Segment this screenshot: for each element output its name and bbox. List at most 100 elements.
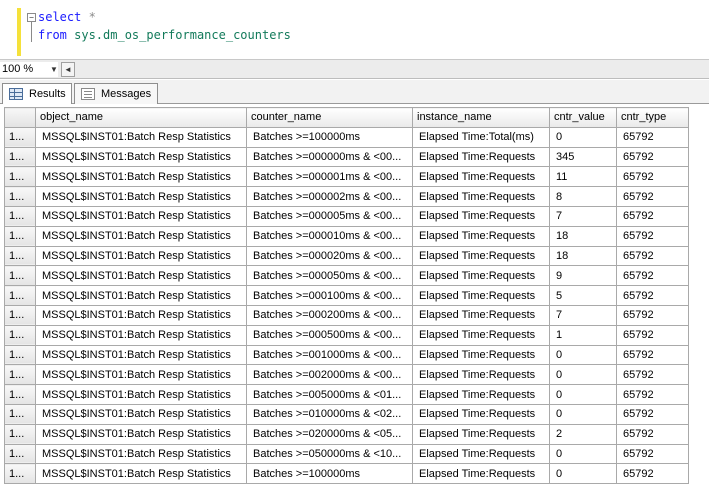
tab-results[interactable]: Results (2, 83, 72, 105)
scroll-left-button[interactable]: ◄ (61, 62, 75, 77)
cell-cntr-type[interactable]: 65792 (616, 265, 689, 287)
cell-cntr-value[interactable]: 9 (549, 265, 617, 287)
cell-counter-name[interactable]: Batches >=005000ms & <01... (246, 384, 413, 405)
cell-instance-name[interactable]: Elapsed Time:Requests (412, 245, 550, 267)
cell-counter-name[interactable]: Batches >=000100ms & <00... (246, 285, 413, 306)
cell-cntr-value[interactable]: 0 (549, 384, 617, 405)
cell-counter-name[interactable]: Batches >=000000ms & <00... (246, 146, 413, 168)
row-header[interactable]: 1... (4, 166, 36, 188)
table-row[interactable]: 1... MSSQL$INST01:Batch Resp Statistics Ba… (4, 403, 689, 425)
cell-object-name[interactable]: MSSQL$INST01:Batch Resp Statistics (35, 344, 247, 366)
table-row[interactable]: 1... MSSQL$INST01:Batch Resp Statistics Ba… (4, 344, 689, 366)
table-row[interactable]: 1... MSSQL$INST01:Batch Resp Statistics Ba… (4, 324, 689, 346)
cell-cntr-type[interactable]: 65792 (616, 166, 689, 188)
row-header[interactable]: 1... (4, 344, 36, 366)
editor-line-2[interactable]: from sys.dm_os_performance_counters (38, 28, 291, 42)
cell-counter-name[interactable]: Batches >=002000ms & <00... (246, 364, 413, 386)
cell-cntr-value[interactable]: 18 (549, 225, 617, 247)
cell-cntr-value[interactable]: 18 (549, 245, 617, 267)
cell-counter-name[interactable]: Batches >=010000ms & <02... (246, 403, 413, 425)
cell-cntr-value[interactable]: 0 (549, 344, 617, 366)
cell-instance-name[interactable]: Elapsed Time:Requests (412, 403, 550, 425)
cell-cntr-value[interactable]: 0 (549, 463, 617, 485)
cell-instance-name[interactable]: Elapsed Time:Requests (412, 225, 550, 247)
cell-cntr-value[interactable]: 345 (549, 146, 617, 168)
cell-cntr-type[interactable]: 65792 (616, 423, 689, 445)
cell-object-name[interactable]: MSSQL$INST01:Batch Resp Statistics (35, 324, 247, 346)
sql-editor[interactable]: − select * from sys.dm_os_performance_co… (0, 0, 709, 60)
column-header-cntr-value[interactable]: cntr_value (549, 107, 617, 128)
row-header[interactable]: 1... (4, 245, 36, 267)
cell-object-name[interactable]: MSSQL$INST01:Batch Resp Statistics (35, 285, 247, 306)
cell-cntr-type[interactable]: 65792 (616, 364, 689, 386)
column-header-counter-name[interactable]: counter_name (246, 107, 413, 128)
cell-instance-name[interactable]: Elapsed Time:Requests (412, 304, 550, 326)
cell-counter-name[interactable]: Batches >=050000ms & <10... (246, 443, 413, 465)
cell-cntr-type[interactable]: 65792 (616, 324, 689, 346)
row-header[interactable]: 1... (4, 364, 36, 386)
cell-object-name[interactable]: MSSQL$INST01:Batch Resp Statistics (35, 205, 247, 227)
table-row[interactable]: 1... MSSQL$INST01:Batch Resp Statistics Ba… (4, 384, 689, 405)
cell-object-name[interactable]: MSSQL$INST01:Batch Resp Statistics (35, 186, 247, 207)
row-header[interactable]: 1... (4, 403, 36, 425)
cell-instance-name[interactable]: Elapsed Time:Requests (412, 146, 550, 168)
cell-instance-name[interactable]: Elapsed Time:Requests (412, 364, 550, 386)
table-row[interactable]: 1... MSSQL$INST01:Batch Resp Statistics Ba… (4, 205, 689, 227)
cell-cntr-value[interactable]: 0 (549, 443, 617, 465)
cell-object-name[interactable]: MSSQL$INST01:Batch Resp Statistics (35, 364, 247, 386)
cell-counter-name[interactable]: Batches >=100000ms (246, 463, 413, 485)
row-header[interactable]: 1... (4, 285, 36, 306)
cell-instance-name[interactable]: Elapsed Time:Requests (412, 443, 550, 465)
row-header[interactable]: 1... (4, 423, 36, 445)
table-row[interactable]: 1... MSSQL$INST01:Batch Resp Statistics Ba… (4, 463, 689, 485)
cell-counter-name[interactable]: Batches >=000200ms & <00... (246, 304, 413, 326)
row-header[interactable]: 1... (4, 463, 36, 485)
table-row[interactable]: 1... MSSQL$INST01:Batch Resp Statistics Ba… (4, 285, 689, 306)
table-row[interactable]: 1... MSSQL$INST01:Batch Resp Statistics Ba… (4, 166, 689, 188)
cell-object-name[interactable]: MSSQL$INST01:Batch Resp Statistics (35, 463, 247, 485)
cell-instance-name[interactable]: Elapsed Time:Total(ms) (412, 126, 550, 148)
cell-counter-name[interactable]: Batches >=001000ms & <00... (246, 344, 413, 366)
cell-object-name[interactable]: MSSQL$INST01:Batch Resp Statistics (35, 146, 247, 168)
tab-messages[interactable]: Messages (74, 83, 158, 104)
cell-instance-name[interactable]: Elapsed Time:Requests (412, 205, 550, 227)
cell-counter-name[interactable]: Batches >=000500ms & <00... (246, 324, 413, 346)
cell-counter-name[interactable]: Batches >=020000ms & <05... (246, 423, 413, 445)
cell-counter-name[interactable]: Batches >=000001ms & <00... (246, 166, 413, 188)
row-header[interactable]: 1... (4, 304, 36, 326)
row-header[interactable]: 1... (4, 146, 36, 168)
table-row[interactable]: 1... MSSQL$INST01:Batch Resp Statistics Ba… (4, 186, 689, 207)
editor-line-1[interactable]: select * (38, 10, 96, 24)
cell-cntr-value[interactable]: 7 (549, 304, 617, 326)
grid-corner[interactable] (4, 107, 36, 128)
cell-object-name[interactable]: MSSQL$INST01:Batch Resp Statistics (35, 265, 247, 287)
cell-cntr-value[interactable]: 1 (549, 324, 617, 346)
cell-instance-name[interactable]: Elapsed Time:Requests (412, 384, 550, 405)
column-header-cntr-type[interactable]: cntr_type (616, 107, 689, 128)
cell-cntr-type[interactable]: 65792 (616, 186, 689, 207)
cell-cntr-type[interactable]: 65792 (616, 245, 689, 267)
cell-counter-name[interactable]: Batches >=000010ms & <00... (246, 225, 413, 247)
cell-cntr-type[interactable]: 65792 (616, 205, 689, 227)
cell-counter-name[interactable]: Batches >=000005ms & <00... (246, 205, 413, 227)
cell-object-name[interactable]: MSSQL$INST01:Batch Resp Statistics (35, 245, 247, 267)
row-header[interactable]: 1... (4, 265, 36, 287)
table-row[interactable]: 1... MSSQL$INST01:Batch Resp Statistics Ba… (4, 443, 689, 465)
cell-cntr-value[interactable]: 0 (549, 403, 617, 425)
cell-cntr-type[interactable]: 65792 (616, 225, 689, 247)
cell-instance-name[interactable]: Elapsed Time:Requests (412, 265, 550, 287)
cell-object-name[interactable]: MSSQL$INST01:Batch Resp Statistics (35, 384, 247, 405)
column-header-object-name[interactable]: object_name (35, 107, 247, 128)
cell-cntr-type[interactable]: 65792 (616, 146, 689, 168)
cell-cntr-value[interactable]: 11 (549, 166, 617, 188)
cell-object-name[interactable]: MSSQL$INST01:Batch Resp Statistics (35, 304, 247, 326)
row-header[interactable]: 1... (4, 205, 36, 227)
table-row[interactable]: 1... MSSQL$INST01:Batch Resp Statistics Ba… (4, 304, 689, 326)
cell-cntr-type[interactable]: 65792 (616, 463, 689, 485)
zoom-select[interactable]: 100 % ▼ (0, 62, 58, 77)
cell-counter-name[interactable]: Batches >=000050ms & <00... (246, 265, 413, 287)
row-header[interactable]: 1... (4, 186, 36, 207)
cell-cntr-value[interactable]: 0 (549, 126, 617, 148)
table-row[interactable]: 1... MSSQL$INST01:Batch Resp Statistics Ba… (4, 146, 689, 168)
collapse-icon[interactable]: − (27, 13, 36, 22)
